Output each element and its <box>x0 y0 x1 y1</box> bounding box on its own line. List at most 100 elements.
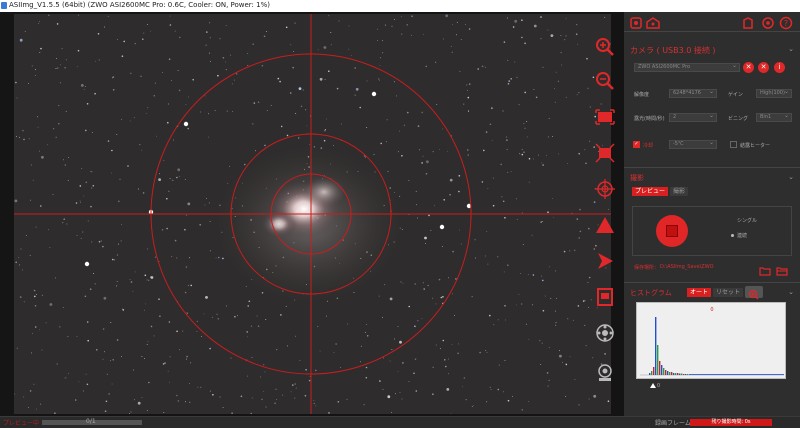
histogram-bar <box>651 371 653 375</box>
crosshair-icon[interactable] <box>592 176 618 202</box>
zoom-in-icon[interactable] <box>592 34 618 60</box>
anti-dew-checkbox[interactable] <box>730 141 737 148</box>
star <box>130 281 133 283</box>
star <box>421 111 424 114</box>
star <box>111 383 113 385</box>
star <box>519 272 521 274</box>
star <box>276 349 278 351</box>
star <box>147 107 149 109</box>
mode-continuous-label[interactable]: 連続 <box>737 232 747 239</box>
star <box>359 106 362 109</box>
star <box>574 379 576 380</box>
folder-icon[interactable] <box>776 261 788 280</box>
help-icon[interactable]: ? <box>779 16 793 30</box>
divider <box>624 31 800 32</box>
star <box>116 285 118 287</box>
top-left-icons <box>630 15 664 29</box>
cooling-temp-input[interactable]: -5℃ <box>669 140 717 149</box>
star <box>604 353 606 355</box>
star <box>252 123 254 125</box>
close-camera-icon[interactable]: ✕ <box>758 62 769 73</box>
mode-radio[interactable] <box>731 234 734 237</box>
star <box>399 195 401 197</box>
star <box>169 24 172 26</box>
tab-preview[interactable]: プレビュー <box>632 187 669 196</box>
stack-icon[interactable] <box>592 360 618 386</box>
bright-star <box>439 224 445 230</box>
star <box>133 117 135 118</box>
frame-icon[interactable] <box>592 284 618 310</box>
chevron-down-icon[interactable]: ⌄ <box>788 173 794 181</box>
histogram-zoom-button[interactable] <box>745 286 763 300</box>
star <box>298 87 302 90</box>
star <box>558 350 560 351</box>
star <box>562 361 563 363</box>
actual-size-icon[interactable] <box>592 140 618 166</box>
star <box>413 372 415 375</box>
rotate-icon[interactable] <box>592 320 618 346</box>
chevron-down-icon[interactable]: ⌄ <box>788 288 794 296</box>
star <box>317 326 319 328</box>
star <box>186 355 188 358</box>
star <box>560 52 562 54</box>
resolution-select[interactable]: 6248*4176 <box>669 89 717 98</box>
fit-window-icon[interactable] <box>592 104 618 130</box>
star <box>184 291 187 294</box>
save-path: D:\ASIImg_Save\ZWO <box>660 264 714 270</box>
histogram-bar <box>657 345 659 375</box>
tab-capture[interactable]: 撮影 <box>670 187 689 196</box>
gain-select[interactable]: High(100) <box>756 89 792 98</box>
histogram-bar <box>716 374 717 375</box>
binning-select[interactable]: Bin1 <box>756 113 792 122</box>
star <box>473 404 474 406</box>
star <box>579 208 581 211</box>
star <box>459 70 461 72</box>
star <box>425 65 428 68</box>
star <box>346 398 348 400</box>
star <box>445 365 447 368</box>
camera-select[interactable]: ZWO ASI2600MC Pro <box>634 63 740 72</box>
star <box>533 24 537 28</box>
cooling-checkbox[interactable]: ✓ <box>633 141 640 148</box>
star <box>68 157 69 158</box>
chevron-down-icon[interactable]: ⌄ <box>788 45 794 53</box>
star <box>519 153 521 155</box>
star <box>475 257 477 259</box>
star <box>382 40 383 42</box>
histogram-reset-button[interactable]: リセット <box>713 288 744 297</box>
star <box>360 345 362 347</box>
star <box>225 25 227 27</box>
star <box>516 76 518 78</box>
star <box>326 315 327 317</box>
alert-icon[interactable] <box>646 17 660 29</box>
star <box>439 348 441 350</box>
star <box>190 362 192 364</box>
settings-gear-icon[interactable] <box>762 17 774 29</box>
histogram-bar <box>711 374 712 375</box>
star <box>95 60 97 62</box>
play-icon[interactable] <box>592 248 618 274</box>
star <box>263 364 265 366</box>
zoom-out-icon[interactable] <box>592 68 618 94</box>
capture-settings-icon[interactable] <box>630 17 642 29</box>
info-icon[interactable]: i <box>774 62 785 73</box>
disconnect-icon[interactable]: ✕ <box>743 62 754 73</box>
preview-image[interactable] <box>14 14 611 414</box>
warning-triangle-icon[interactable] <box>592 212 618 238</box>
star <box>376 28 378 30</box>
histogram-bar <box>702 374 703 375</box>
mode-single-label[interactable]: シングル <box>737 217 757 224</box>
star <box>139 144 141 146</box>
user-icon[interactable] <box>743 17 753 29</box>
star <box>578 92 580 94</box>
histogram-auto-button[interactable]: オート <box>687 288 712 297</box>
star <box>189 382 191 384</box>
star <box>176 176 178 179</box>
stop-capture-button[interactable] <box>656 215 688 247</box>
open-folder-icon[interactable] <box>759 261 771 280</box>
star <box>134 271 136 273</box>
histogram-black-point-marker[interactable] <box>650 383 656 388</box>
star <box>117 243 119 245</box>
exposure-select[interactable]: 2 <box>669 113 717 122</box>
star <box>226 110 228 112</box>
